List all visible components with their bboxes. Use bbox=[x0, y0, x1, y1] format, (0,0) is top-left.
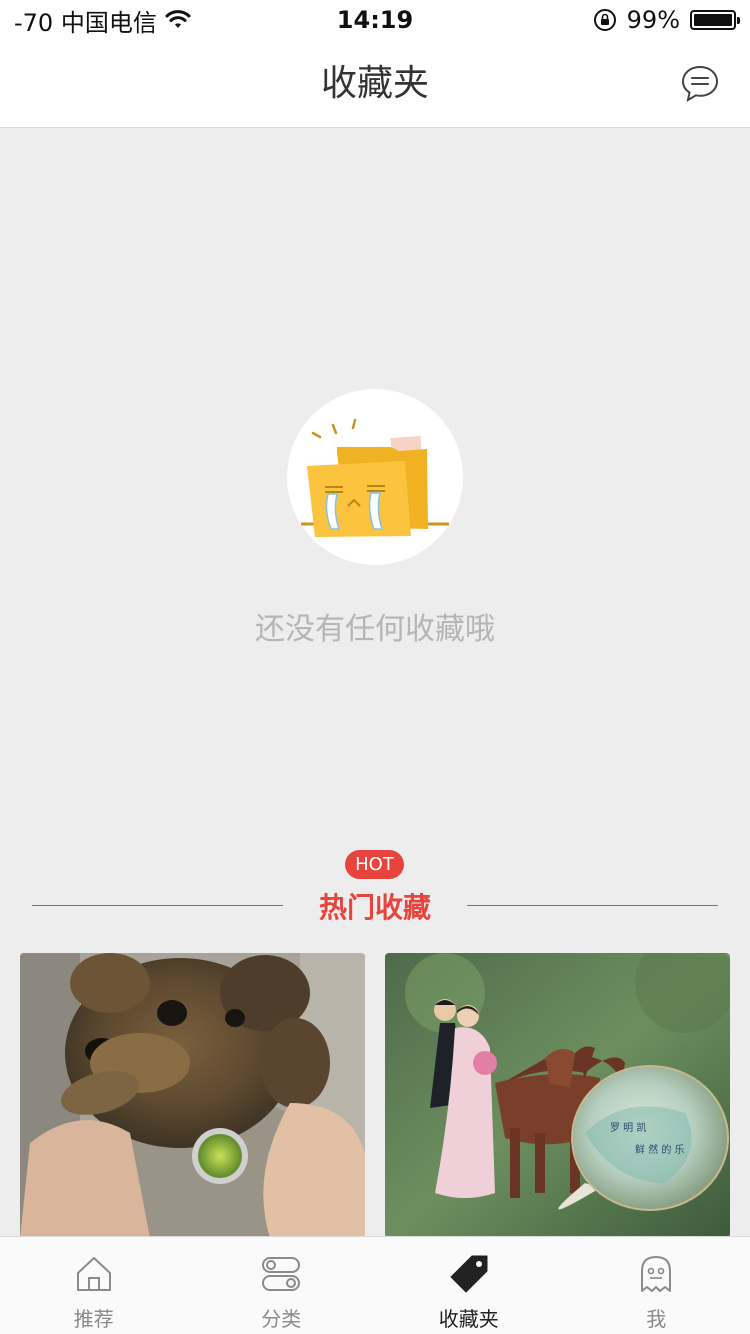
hot-card-wedding[interactable]: 罗 明 凯 鲜 然 的 乐 bbox=[385, 953, 730, 1238]
battery-fill bbox=[694, 14, 732, 26]
tab-category-label: 分类 bbox=[261, 1307, 302, 1331]
toggle-icon bbox=[262, 1257, 301, 1291]
page-title: 收藏夹 bbox=[320, 63, 429, 104]
status-right: 99% bbox=[593, 6, 740, 34]
battery-icon bbox=[690, 10, 740, 30]
rotation-lock-icon bbox=[593, 9, 616, 31]
svg-text:罗 明 凯: 罗 明 凯 bbox=[610, 1121, 646, 1134]
tab-bar: 推荐 分类 收藏夹 我 bbox=[0, 1236, 750, 1334]
nav-bar: 收藏夹 bbox=[0, 40, 750, 128]
tag-icon bbox=[450, 1255, 488, 1293]
status-left: -70 中国电信 bbox=[14, 3, 191, 38]
battery-percent: 99% bbox=[626, 6, 680, 34]
tab-favorites-label: 收藏夹 bbox=[438, 1307, 499, 1331]
crying-folder-icon bbox=[301, 418, 449, 537]
hot-badge: HOT bbox=[345, 850, 404, 879]
ghost-icon bbox=[641, 1256, 672, 1292]
wedding-figurine-photo: 罗 明 凯 鲜 然 的 乐 bbox=[385, 953, 730, 1238]
carrier-label: -70 中国电信 bbox=[14, 8, 157, 37]
dog-photo bbox=[20, 953, 365, 1238]
empty-state-illustration bbox=[287, 389, 463, 565]
hot-section-title: 热门收藏 bbox=[318, 891, 431, 924]
status-bar: -70 中国电信 14:19 99% bbox=[0, 0, 750, 40]
tab-favorites[interactable]: 收藏夹 bbox=[375, 1237, 563, 1334]
tab-me[interactable]: 我 bbox=[563, 1237, 750, 1334]
home-icon bbox=[76, 1257, 111, 1291]
tab-recommend[interactable]: 推荐 bbox=[0, 1237, 188, 1334]
wifi-icon bbox=[165, 10, 191, 28]
tab-me-label: 我 bbox=[646, 1307, 667, 1331]
chat-bubble-icon[interactable] bbox=[680, 64, 720, 104]
svg-text:鲜 然 的 乐: 鲜 然 的 乐 bbox=[635, 1143, 685, 1156]
hot-card-dog[interactable] bbox=[20, 953, 365, 1238]
tab-recommend-label: 推荐 bbox=[73, 1307, 114, 1331]
tab-category[interactable]: 分类 bbox=[188, 1237, 376, 1334]
empty-state-message: 还没有任何收藏哦 bbox=[255, 612, 495, 647]
